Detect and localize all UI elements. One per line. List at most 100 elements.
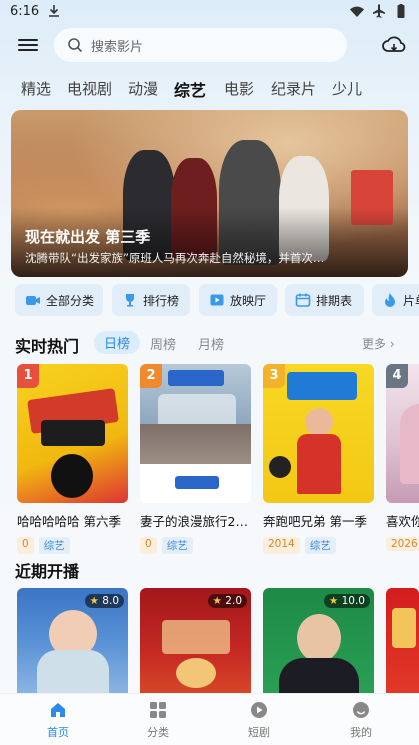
year-tag: 0 (140, 537, 157, 554)
score-badge: ★ 2.0 (207, 594, 247, 608)
more-link[interactable]: 更多 › (362, 335, 395, 352)
play-screen-icon (210, 294, 224, 306)
poster-figure (305, 408, 333, 436)
upcoming-card[interactable]: ★ 2.0 (140, 588, 251, 698)
wifi-icon (350, 6, 364, 17)
status-time: 6:16 (10, 4, 40, 19)
theater-button[interactable]: 放映厅 (199, 284, 277, 316)
download-status-icon (49, 5, 59, 17)
rank-badge: 4 (386, 364, 408, 388)
title: 妻子的浪漫旅行2… (140, 514, 248, 529)
profile-icon (353, 702, 369, 718)
nav-label: 短剧 (248, 726, 270, 739)
hot-section-title: 实时热门 (15, 337, 80, 356)
upcoming-card[interactable] (386, 588, 419, 698)
genre-tag: 综艺 (304, 537, 336, 554)
tab-category[interactable]: 精选 (21, 78, 51, 99)
tab-weekly[interactable]: 周榜 (150, 334, 176, 353)
score-value: 10.0 (341, 595, 365, 607)
poster-figure (297, 614, 341, 662)
poster-figure (37, 650, 109, 698)
nav-label: 首页 (47, 726, 69, 739)
nav-profile[interactable]: 我的 (331, 700, 391, 740)
battery-icon (397, 4, 405, 18)
hot-card[interactable]: 4 喜欢你 2026 (386, 364, 419, 551)
tab-category[interactable]: 少儿 (332, 78, 362, 99)
poster-figure (297, 434, 341, 494)
poster-image: 2 (140, 364, 251, 503)
home-icon (51, 703, 65, 717)
quick-action-label: 放映厅 (230, 293, 267, 308)
tab-category[interactable]: 电影 (224, 78, 254, 99)
featured-banner[interactable]: 现在就出发 第三季 沈腾带队“出发家族”原班人马再次奔赴自然秘境，并首次… (11, 110, 408, 277)
upcoming-card[interactable]: ★ 8.0 (17, 588, 128, 698)
poster-scene (140, 424, 251, 464)
quick-action-label: 全部分类 (46, 293, 95, 308)
rank-badge: 2 (140, 364, 162, 388)
rank-badge: 1 (17, 364, 39, 388)
quick-action-label: 片单 (403, 293, 419, 308)
grid-icon (150, 702, 166, 718)
tab-monthly[interactable]: 月榜 (198, 334, 224, 353)
airplane-icon (373, 4, 385, 18)
poster-logo (392, 608, 416, 648)
poster-logo (162, 620, 230, 654)
trophy-icon (126, 294, 134, 307)
poster-logo (168, 370, 224, 386)
quick-action-label: 排行榜 (143, 293, 180, 308)
genre-tag: 综艺 (38, 537, 70, 554)
calendar-icon (295, 293, 311, 307)
menu-icon[interactable] (16, 36, 40, 56)
poster-image: 3 (263, 364, 374, 503)
schedule-button[interactable]: 排期表 (285, 284, 364, 316)
title: 哈哈哈哈哈 第六季 (17, 514, 121, 529)
star-icon: ★ (89, 595, 99, 607)
poster-figure (51, 454, 93, 498)
upcoming-card[interactable]: ★ 10.0 (263, 588, 374, 698)
all-categories-button[interactable]: 全部分类 (15, 284, 103, 316)
upcoming-section-title: 近期开播 (15, 562, 80, 581)
nav-label: 我的 (350, 726, 372, 739)
title: 喜欢你 (386, 514, 419, 529)
flame-icon (385, 293, 395, 307)
nav-category[interactable]: 分类 (128, 700, 188, 740)
poster-logo (175, 476, 219, 489)
poster-image: 1 (17, 364, 128, 503)
star-icon: ★ (212, 595, 222, 607)
status-bar: 6:16 (0, 0, 419, 24)
tab-category[interactable]: 电视剧 (67, 78, 112, 99)
quick-action-label: 排期表 (316, 293, 353, 308)
star-icon: ★ (328, 595, 339, 607)
video-category-icon (26, 296, 40, 305)
hot-card[interactable]: 1 哈哈哈哈哈 第六季 0 综艺 (17, 364, 128, 554)
year-tag: 2014 (263, 537, 300, 554)
poster-logo (41, 420, 105, 446)
poster-figure (279, 658, 359, 698)
chevron-right-icon: › (389, 337, 395, 351)
tab-category-active[interactable]: 综艺 (174, 77, 206, 101)
cloud-icon[interactable] (381, 32, 407, 58)
hot-card[interactable]: 2 妻子的浪漫旅行2… 0 综艺 (140, 364, 251, 554)
poster-figure (400, 404, 419, 484)
score-value: 8.0 (102, 595, 119, 607)
tab-category[interactable]: 纪录片 (271, 78, 316, 99)
year-tag: 0 (17, 537, 34, 554)
genre-tag: 综艺 (161, 537, 193, 554)
nav-shorts[interactable]: 短剧 (229, 700, 289, 740)
poster-image: 4 (386, 364, 419, 503)
search-placeholder: 搜索影片 (91, 39, 144, 55)
poster-prop (176, 658, 216, 688)
search-box[interactable]: 搜索影片 (54, 28, 347, 62)
title: 奔跑吧兄弟 第一季 (263, 514, 367, 529)
score-badge: ★ 8.0 (84, 594, 124, 608)
tab-daily[interactable]: 日榜 (94, 331, 141, 354)
category-tabs: 精选 电视剧 动漫 综艺 电影 纪录片 少儿 (0, 76, 419, 102)
nav-home[interactable]: 首页 (28, 700, 88, 740)
poster-logo (287, 372, 357, 400)
ranking-button[interactable]: 排行榜 (112, 284, 190, 316)
playlist-button[interactable]: 片单 (372, 284, 419, 316)
poster-prop (269, 456, 291, 478)
hot-card[interactable]: 3 奔跑吧兄弟 第一季 2014 综艺 (263, 364, 374, 554)
nav-label: 分类 (147, 726, 169, 739)
tab-category[interactable]: 动漫 (128, 78, 158, 99)
